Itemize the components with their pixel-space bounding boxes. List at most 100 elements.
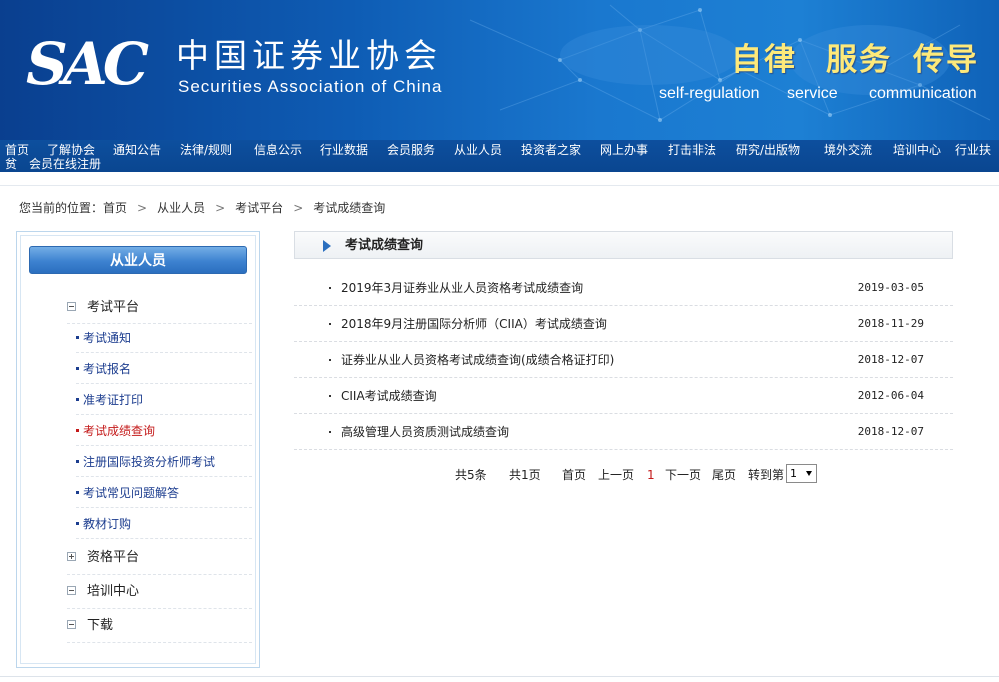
org-name-cn: 中国证券业协会 <box>176 36 442 75</box>
collapse-icon[interactable] <box>67 302 76 311</box>
sidebar-item-label: 考试报名 <box>83 362 132 376</box>
bullet-icon <box>76 429 79 432</box>
nav-item-laws[interactable]: 法律/规则 <box>180 143 232 157</box>
sidebar-item-exam-faq[interactable]: 考试常见问题解答 <box>76 478 252 508</box>
list-item[interactable]: 2018年9月注册国际分析师（CIIA）考试成绩查询 2018-11-29 <box>294 306 953 342</box>
sidebar-group-label: 资格平台 <box>87 550 140 565</box>
pagination-goto-label: 转到第 <box>748 468 785 482</box>
sidebar-item-label: 考试常见问题解答 <box>83 486 180 500</box>
divider <box>67 608 252 609</box>
sidebar-item-ciia-exam[interactable]: 注册国际投资分析师考试 <box>76 447 252 477</box>
breadcrumb-practitioners[interactable]: 从业人员 <box>157 199 205 217</box>
breadcrumb-current: 考试成绩查询 <box>313 201 386 215</box>
list-item-date: 2018-12-07 <box>857 353 924 366</box>
nav-item-about[interactable]: 了解协会 <box>47 143 95 157</box>
breadcrumb: 您当前的位置：首页 > 从业人员 > 考试平台 > 考试成绩查询 <box>19 199 385 217</box>
bullet-icon <box>76 398 79 401</box>
expand-icon[interactable] <box>67 552 76 561</box>
list-item[interactable]: 高级管理人员资质测试成绩查询 2018-12-07 <box>294 414 953 450</box>
sidebar-group-download[interactable]: 下载 <box>67 616 113 636</box>
breadcrumb-exam-platform[interactable]: 考试平台 <box>235 199 283 217</box>
list-item-title[interactable]: 2019年3月证券业从业人员资格考试成绩查询 <box>341 280 583 296</box>
page-select[interactable]: 1 <box>786 464 817 483</box>
nav-item-practitioners[interactable]: 从业人员 <box>454 143 502 157</box>
slogan-cn-service: 服务 <box>826 42 892 78</box>
sidebar: 从业人员 考试平台 考试通知 考试报名 准考证打印 考试成绩查询 注册国际投资分… <box>16 231 260 668</box>
list-item[interactable]: 证券业从业人员资格考试成绩查询(成绩合格证打印) 2018-12-07 <box>294 342 953 378</box>
sidebar-group-training[interactable]: 培训中心 <box>67 582 139 602</box>
nav-item-industry-data[interactable]: 行业数据 <box>320 143 368 157</box>
nav-item-disclosure[interactable]: 信息公示 <box>254 143 302 157</box>
nav-item-member-services[interactable]: 会员服务 <box>387 143 435 157</box>
pagination-next-link[interactable]: 下一页 <box>665 466 701 484</box>
pagination-current-page: 1 <box>647 468 655 482</box>
list-item[interactable]: CIIA考试成绩查询 2012-06-04 <box>294 378 953 414</box>
list-item-title[interactable]: 高级管理人员资质测试成绩查询 <box>341 424 509 440</box>
nav-item-poverty-alleviation-wrap[interactable]: 贫 <box>5 157 17 171</box>
sidebar-group-exam-platform[interactable]: 考试平台 <box>67 298 139 318</box>
slogan-cn-communication: 传导 <box>913 42 979 78</box>
breadcrumb-separator: > <box>293 201 304 215</box>
bullet-icon <box>76 336 79 339</box>
bullet-icon <box>76 491 79 494</box>
list-item-title[interactable]: CIIA考试成绩查询 <box>341 388 437 404</box>
breadcrumb-home[interactable]: 首页 <box>103 199 127 217</box>
sidebar-group-label: 下载 <box>87 618 114 633</box>
slogan-en-self-regulation: self-regulation <box>659 85 760 102</box>
nav-item-research[interactable]: 研究/出版物 <box>736 143 800 157</box>
nav-item-notices[interactable]: 通知公告 <box>113 143 161 157</box>
collapse-icon[interactable] <box>67 620 76 629</box>
page-title: 考试成绩查询 <box>345 238 424 253</box>
sidebar-group-label: 培训中心 <box>87 584 140 599</box>
pagination-total-pages: 共1页 <box>509 468 541 482</box>
list-item[interactable]: 2019年3月证券业从业人员资格考试成绩查询 2019-03-05 <box>294 270 953 306</box>
sac-logo[interactable]: SAC <box>26 34 149 94</box>
nav-item-online-services[interactable]: 网上办事 <box>600 143 648 157</box>
sidebar-item-textbook-order[interactable]: 教材订购 <box>76 509 252 539</box>
divider <box>67 642 252 643</box>
sidebar-item-exam-results[interactable]: 考试成绩查询 <box>76 416 252 446</box>
nav-item-member-register[interactable]: 会员在线注册 <box>29 157 101 171</box>
sidebar-item-exam-notice[interactable]: 考试通知 <box>76 323 252 353</box>
nav-item-investors[interactable]: 投资者之家 <box>521 143 581 157</box>
main-nav: 首页 了解协会 通知公告 法律/规则 信息公示 行业数据 会员服务 从业人员 投… <box>0 140 999 172</box>
list-item-title[interactable]: 证券业从业人员资格考试成绩查询(成绩合格证打印) <box>341 352 614 368</box>
slogan-en-service: service <box>787 85 838 102</box>
sidebar-item-admission-ticket[interactable]: 准考证打印 <box>76 385 252 415</box>
arrow-right-icon <box>323 240 331 252</box>
slogan-en-communication: communication <box>869 85 977 102</box>
breadcrumb-separator: > <box>215 201 226 215</box>
sidebar-group-label: 考试平台 <box>87 300 140 315</box>
bullet-icon <box>76 522 79 525</box>
nav-item-anti-illegal[interactable]: 打击非法 <box>668 143 716 157</box>
chevron-down-icon <box>806 471 812 476</box>
divider <box>0 676 999 677</box>
sidebar-item-label: 准考证打印 <box>83 393 144 407</box>
breadcrumb-separator: > <box>137 201 148 215</box>
pagination-prev-link[interactable]: 上一页 <box>598 466 634 484</box>
list-item-date: 2018-11-29 <box>857 317 924 330</box>
bullet-icon <box>329 431 331 433</box>
pagination-total-items: 共5条 <box>455 468 487 482</box>
sidebar-item-exam-registration[interactable]: 考试报名 <box>76 354 252 384</box>
nav-item-international[interactable]: 境外交流 <box>824 143 872 157</box>
divider <box>0 185 999 186</box>
pagination-last-link[interactable]: 尾页 <box>712 466 736 484</box>
sidebar-item-label: 注册国际投资分析师考试 <box>83 455 216 469</box>
pagination-first-link[interactable]: 首页 <box>562 466 586 484</box>
nav-item-poverty-alleviation[interactable]: 行业扶 <box>955 143 991 157</box>
bullet-icon <box>76 460 79 463</box>
list-item-title[interactable]: 2018年9月注册国际分析师（CIIA）考试成绩查询 <box>341 316 607 332</box>
page-select-value: 1 <box>790 467 797 480</box>
header-banner: SAC 中国证券业协会 Securities Association of Ch… <box>0 0 999 140</box>
breadcrumb-prefix: 您当前的位置： <box>19 201 104 215</box>
bullet-icon <box>329 359 331 361</box>
sidebar-item-label: 教材订购 <box>83 517 132 531</box>
list-item-date: 2019-03-05 <box>857 281 924 294</box>
list-item-date: 2018-12-07 <box>857 425 924 438</box>
nav-item-training[interactable]: 培训中心 <box>893 143 941 157</box>
bullet-icon <box>329 287 331 289</box>
sidebar-group-qualification[interactable]: 资格平台 <box>67 548 139 568</box>
collapse-icon[interactable] <box>67 586 76 595</box>
nav-item-home[interactable]: 首页 <box>5 143 29 157</box>
